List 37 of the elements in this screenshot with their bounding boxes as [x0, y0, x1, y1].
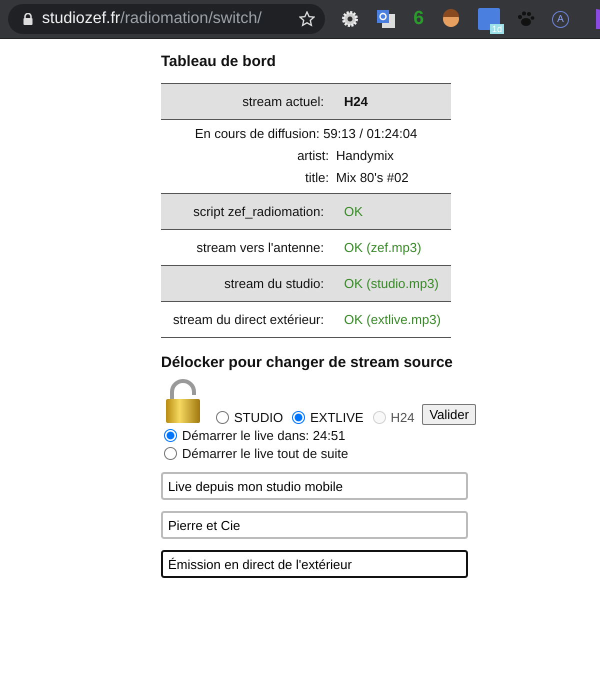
status-value: OK [344, 204, 363, 219]
radio-button[interactable] [164, 429, 177, 442]
radio-label: STUDIO [234, 410, 284, 425]
section-title: Délocker pour changer de stream source [161, 354, 454, 371]
text-field[interactable]: Pierre et Cie [161, 511, 468, 539]
status-label: stream actuel: [242, 94, 324, 109]
status-value: OK (studio.mp3) [344, 276, 439, 291]
text-field[interactable]: Live depuis mon studio mobile [161, 472, 468, 500]
status-value: OK (zef.mp3) [344, 240, 422, 255]
radio-button[interactable] [292, 411, 306, 424]
radio-label: Démarrer le live dans: 24:51 [182, 428, 346, 443]
status-label: script zef_radiomation: [193, 204, 324, 219]
translate-icon[interactable] [376, 9, 396, 29]
submit-button[interactable]: Valider [422, 404, 476, 425]
meta-label: artist: [296, 147, 330, 165]
meta-value: Mix 80's #02 [336, 169, 409, 187]
radio-label: Démarrer le live tout de suite [182, 446, 348, 461]
radio-label: EXTLIVE [310, 410, 364, 425]
status-label: stream du direct extérieur: [172, 312, 324, 327]
meta-value: Handymix [336, 147, 394, 165]
star-icon[interactable] [299, 11, 316, 27]
status-value: OK (extlive.mp3) [344, 312, 441, 327]
address-bar[interactable]: studiozef.fr/radiomation/switch/ [8, 4, 326, 34]
meta-label: title: [304, 169, 330, 187]
playback-status: En cours de diffusion: 59:13 / 01:24:04 [194, 126, 418, 141]
gear-icon[interactable] [341, 10, 360, 28]
text-field[interactable]: Émission en direct de l'extérieur [161, 550, 468, 578]
extension-badge[interactable]: A [552, 10, 569, 28]
radio-label: H24 [390, 410, 414, 425]
status-value: H24 [344, 94, 368, 109]
lock-icon [23, 13, 33, 25]
status-label: stream du studio: [224, 276, 324, 291]
status-label: stream vers l'antenne: [196, 240, 324, 255]
section-title: Tableau de bord [161, 53, 277, 70]
url-text: studiozef.fr/radiomation/switch/ [42, 10, 263, 28]
radio-button[interactable] [216, 411, 229, 424]
radio-button[interactable] [164, 447, 177, 460]
